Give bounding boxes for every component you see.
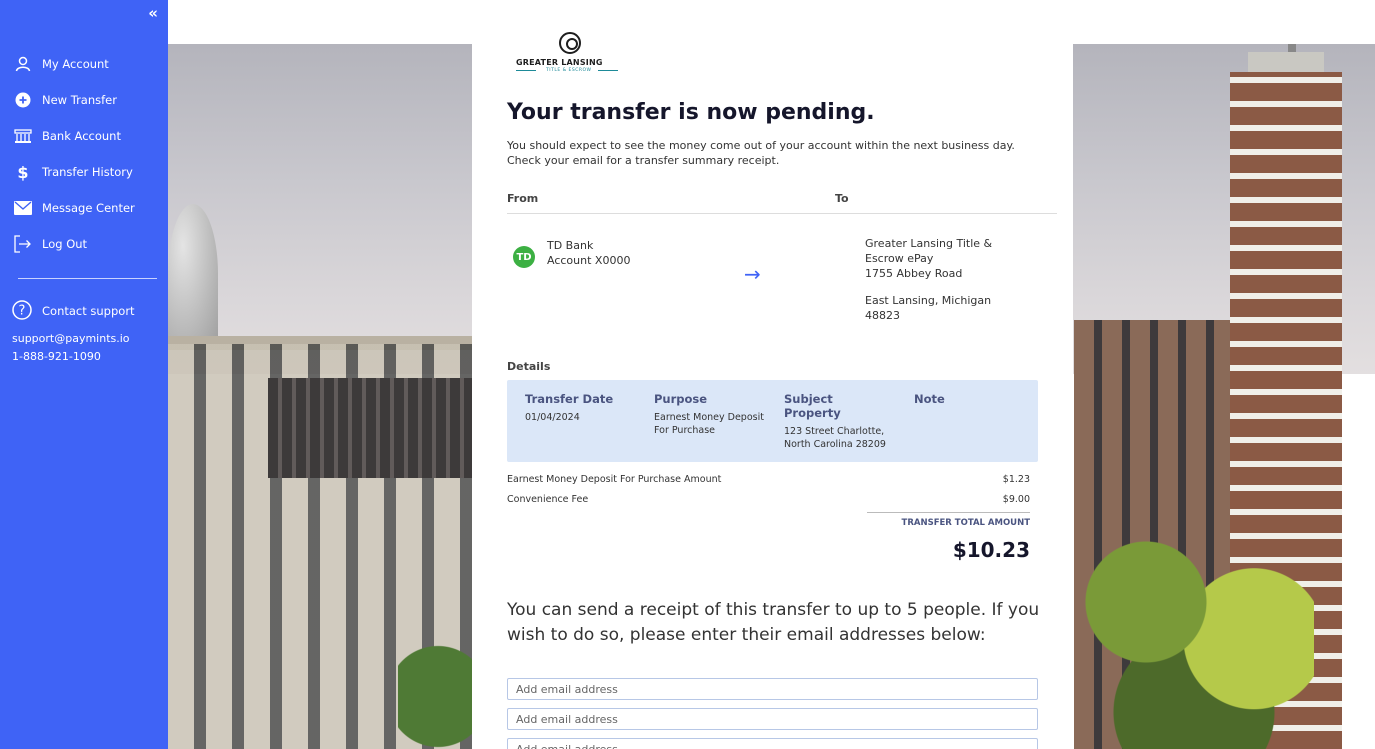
- company-logo: GREATER LANSING TITLE & ESCROW: [516, 32, 626, 80]
- capitol-dome: [168, 204, 218, 344]
- sidebar-nav: My Account New Transfer Bank Account $ T…: [0, 46, 168, 262]
- fee-row: Earnest Money Deposit For Purchase Amoun…: [507, 474, 1030, 485]
- user-icon: [12, 53, 34, 75]
- transfer-date-column: Transfer Date 01/04/2024: [525, 392, 645, 424]
- to-city: East Lansing, Michigan 48823: [865, 294, 992, 322]
- question-circle-icon: ?: [12, 300, 34, 322]
- logo-line-left: [516, 70, 536, 71]
- contact-support: ? Contact support support@paymints.io 1-…: [12, 300, 162, 363]
- sidebar-divider: [18, 278, 157, 279]
- email-field-3[interactable]: [507, 738, 1038, 749]
- sidebar-item-message-center[interactable]: Message Center: [0, 190, 168, 226]
- from-account: TD Bank Account X0000: [547, 238, 630, 268]
- sidebar-item-log-out[interactable]: Log Out: [0, 226, 168, 262]
- email-field-1[interactable]: [507, 678, 1038, 700]
- contact-support-link[interactable]: ? Contact support: [12, 300, 162, 322]
- logo-line-right: [598, 70, 618, 71]
- dollar-icon: $: [17, 162, 29, 182]
- trees-right: [1074, 504, 1314, 749]
- logout-icon: [12, 233, 34, 255]
- purpose-value: Earnest Money Deposit For Purchase: [654, 412, 764, 436]
- transfer-date-label: Transfer Date: [525, 392, 614, 406]
- envelope-icon: [12, 197, 34, 219]
- fee-row: Convenience Fee $9.00: [507, 494, 1030, 505]
- transfer-date-value: 01/04/2024: [525, 412, 580, 423]
- office-building: [268, 378, 473, 478]
- transfer-pending-card: GREATER LANSING TITLE & ESCROW Your tran…: [472, 22, 1073, 749]
- logo-sub: TITLE & ESCROW: [546, 68, 592, 73]
- support-phone[interactable]: 1-888-921-1090: [12, 350, 162, 363]
- sidebar-item-label: Bank Account: [42, 129, 121, 143]
- page-title: Your transfer is now pending.: [507, 100, 875, 125]
- sidebar-item-my-account[interactable]: My Account: [0, 46, 168, 82]
- fee-label: Earnest Money Deposit For Purchase Amoun…: [507, 474, 722, 485]
- note-label: Note: [914, 392, 945, 406]
- sidebar-item-transfer-history[interactable]: $ Transfer History: [0, 154, 168, 190]
- total-amount: $10.23: [952, 538, 1030, 562]
- from-to-header: From To: [507, 190, 1057, 214]
- fee-amount: $1.23: [1002, 474, 1030, 485]
- subject-property-column: Subject Property 123 Street Charlotte, N…: [784, 392, 889, 451]
- subject-property-value: 123 Street Charlotte, North Carolina 282…: [784, 426, 886, 450]
- td-bank-icon: TD: [513, 246, 535, 268]
- contact-support-label: Contact support: [42, 304, 135, 318]
- page-description: You should expect to see the money come …: [507, 139, 1015, 167]
- plus-circle-icon: [12, 89, 34, 111]
- trees-left: [398, 644, 478, 749]
- sidebar-item-label: New Transfer: [42, 93, 117, 107]
- support-email[interactable]: support@paymints.io: [12, 332, 162, 345]
- sidebar: « My Account New Transfer Bank Account $…: [0, 0, 168, 749]
- to-account: Greater Lansing Title & Escrow ePay 1755…: [865, 236, 1015, 323]
- note-column: Note: [914, 392, 1014, 411]
- purpose-column: Purpose Earnest Money Deposit For Purcha…: [654, 392, 774, 437]
- sidebar-item-bank-account[interactable]: Bank Account: [0, 118, 168, 154]
- double-chevron-left-icon[interactable]: «: [148, 4, 158, 22]
- fee-amount: $9.00: [1002, 494, 1030, 505]
- subject-property-label: Subject Property: [784, 392, 841, 420]
- bank-icon: [12, 125, 34, 147]
- sidebar-item-label: Message Center: [42, 201, 135, 215]
- sidebar-item-new-transfer[interactable]: New Transfer: [0, 82, 168, 118]
- arrow-right-icon: →: [744, 262, 761, 286]
- total-divider: [867, 512, 1030, 513]
- logo-house-icon: [559, 32, 581, 54]
- sidebar-item-label: Transfer History: [42, 165, 133, 179]
- details-table: Transfer Date 01/04/2024 Purpose Earnest…: [507, 380, 1038, 462]
- to-name: Greater Lansing Title & Escrow ePay: [865, 237, 993, 265]
- sidebar-item-label: My Account: [42, 57, 109, 71]
- details-label: Details: [507, 360, 551, 373]
- purpose-label: Purpose: [654, 392, 708, 406]
- to-street: 1755 Abbey Road: [865, 267, 963, 280]
- receipt-instructions: You can send a receipt of this transfer …: [507, 600, 1040, 645]
- to-label: To: [835, 192, 849, 205]
- svg-text:?: ?: [19, 304, 26, 319]
- email-field-2[interactable]: [507, 708, 1038, 730]
- from-bank-name: TD Bank: [547, 239, 594, 252]
- total-amount-label: TRANSFER TOTAL AMOUNT: [901, 518, 1030, 528]
- logo-name: GREATER LANSING: [516, 58, 603, 67]
- sidebar-item-label: Log Out: [42, 237, 88, 251]
- fee-label: Convenience Fee: [507, 494, 589, 505]
- from-label: From: [507, 192, 539, 205]
- from-account-number: Account X0000: [547, 254, 631, 267]
